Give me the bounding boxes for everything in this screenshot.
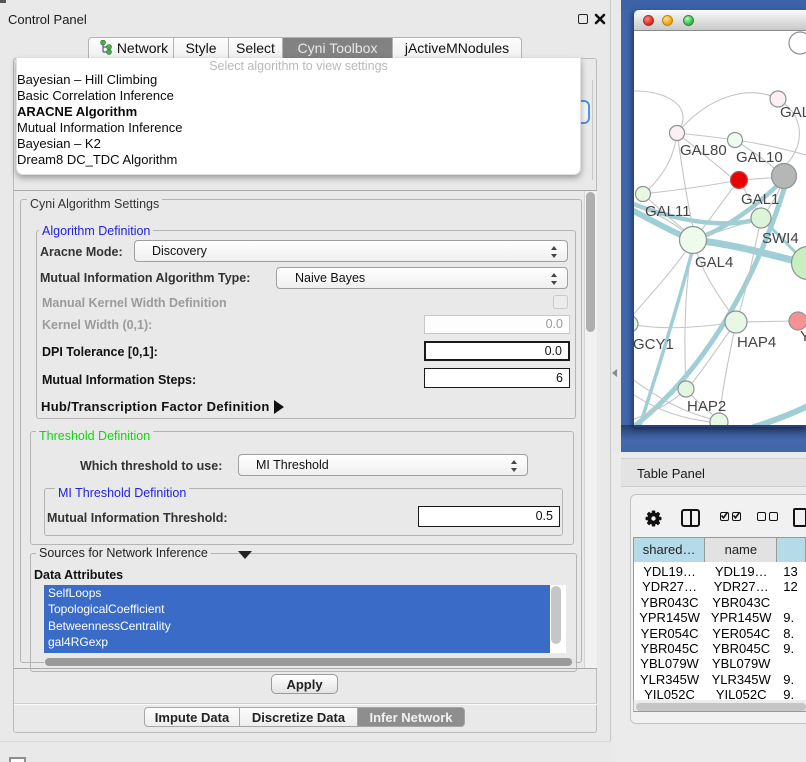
svg-text:HAP4: HAP4	[737, 334, 776, 351]
svg-text:GAL10: GAL10	[736, 149, 783, 166]
svg-text:GAL11: GAL11	[645, 203, 691, 220]
svg-text:SWI4: SWI4	[762, 230, 799, 247]
svg-text:GAL4: GAL4	[695, 254, 733, 271]
svg-text:GAL1: GAL1	[741, 191, 779, 208]
svg-text:GCY1: GCY1	[634, 336, 674, 353]
svg-text:GAL7: GAL7	[780, 104, 806, 121]
svg-text:HAP2: HAP2	[687, 398, 726, 415]
svg-text:Y: Y	[800, 328, 806, 345]
svg-text:GAL80: GAL80	[680, 142, 727, 159]
